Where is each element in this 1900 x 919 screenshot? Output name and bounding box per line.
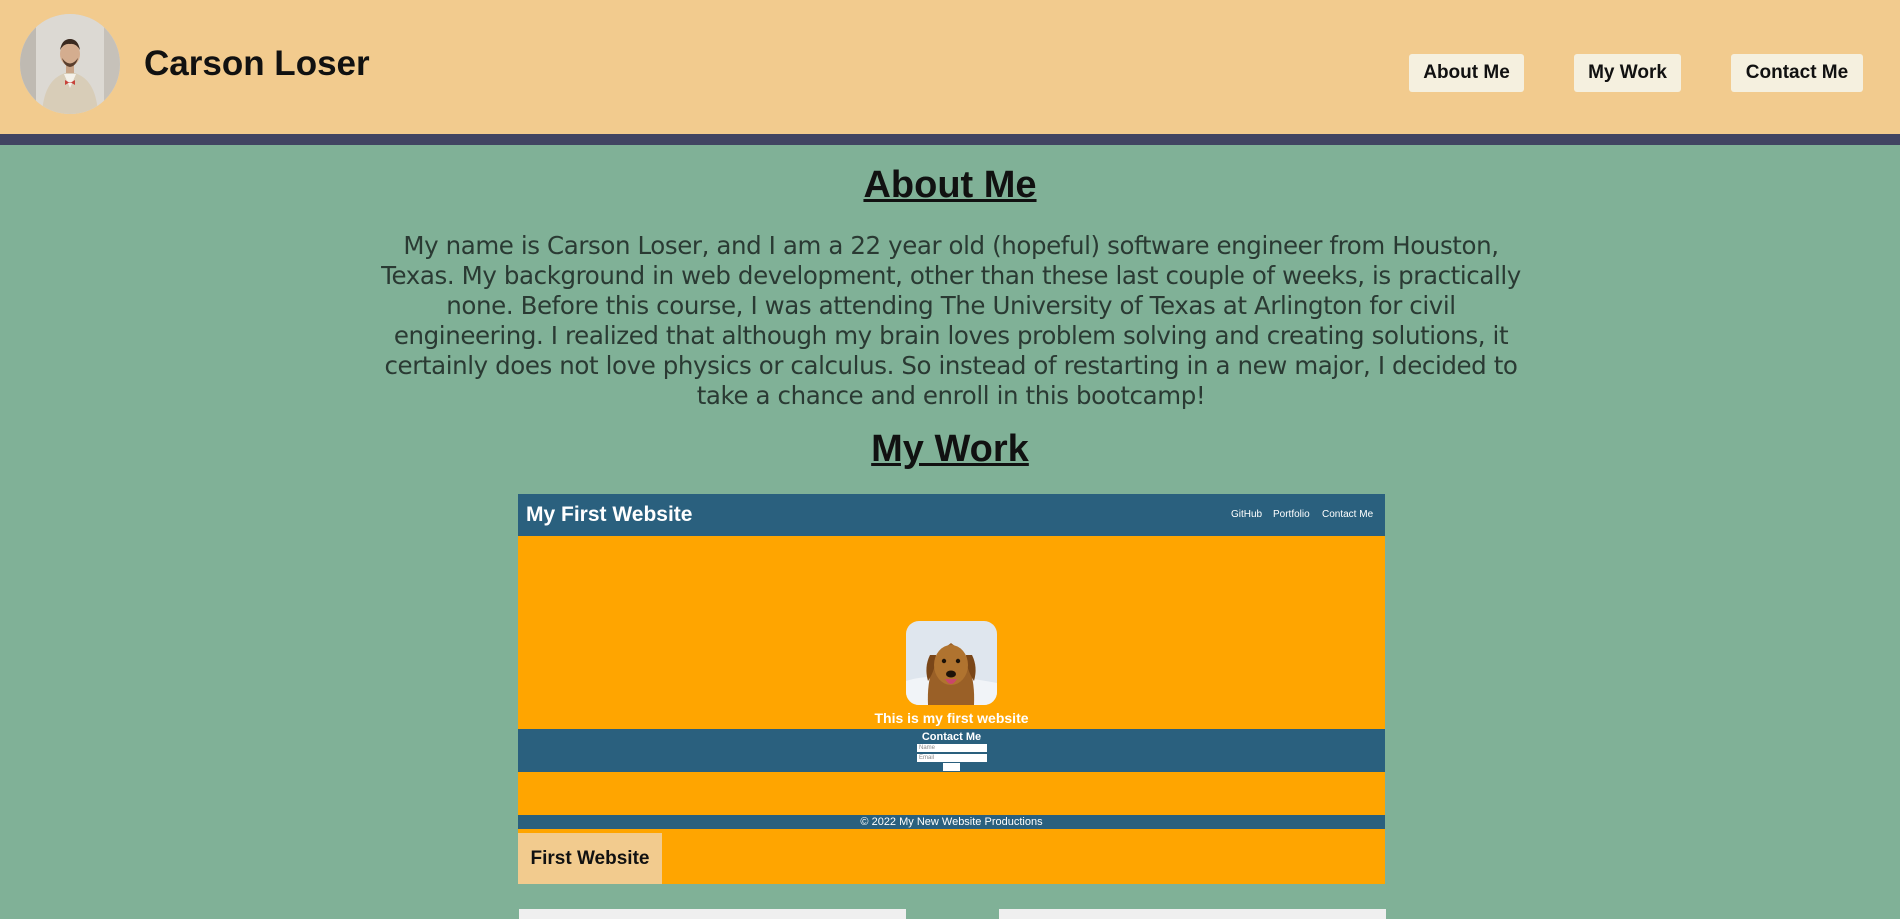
profile-photo <box>20 14 120 114</box>
about-paragraph: My name is Carson Loser, and I am a 22 y… <box>381 231 1521 410</box>
site-header: Carson Loser About Me My Work Contact Me <box>0 0 1900 134</box>
preview-dog-photo <box>906 621 997 705</box>
work-heading: My Work <box>871 428 1029 470</box>
about-heading: About Me <box>863 164 1037 206</box>
preview-caption: This is my first website <box>874 710 1029 726</box>
project-thumbnail[interactable] <box>519 909 906 919</box>
preview-contact-title: Contact Me <box>921 731 982 743</box>
preview-footer: © 2022 My New Website Productions <box>518 815 1385 829</box>
nav-contact-me[interactable]: Contact Me <box>1731 54 1863 92</box>
preview-email-field: Email <box>917 754 987 762</box>
preview-contact-band: Contact Me Name Email <box>518 729 1385 772</box>
profile-avatar <box>20 14 120 114</box>
project-thumbnail[interactable] <box>999 909 1386 919</box>
preview-nav-github: GitHub <box>1231 509 1263 520</box>
nav-about-me[interactable]: About Me <box>1409 54 1524 92</box>
preview-name-field: Name <box>917 744 987 752</box>
preview-nav-contact: Contact Me <box>1322 509 1374 520</box>
header-divider <box>0 134 1900 145</box>
preview-title: My First Website <box>526 503 693 526</box>
nav-my-work[interactable]: My Work <box>1574 54 1681 92</box>
project-label-first-website[interactable]: First Website <box>518 833 662 884</box>
project-card[interactable]: My First Website GitHub Portfolio Contac… <box>518 494 1385 884</box>
preview-nav-portfolio: Portfolio <box>1273 509 1310 520</box>
site-name: Carson Loser <box>144 44 370 83</box>
preview-header: My First Website GitHub Portfolio Contac… <box>518 494 1385 536</box>
preview-submit-button <box>943 763 960 771</box>
